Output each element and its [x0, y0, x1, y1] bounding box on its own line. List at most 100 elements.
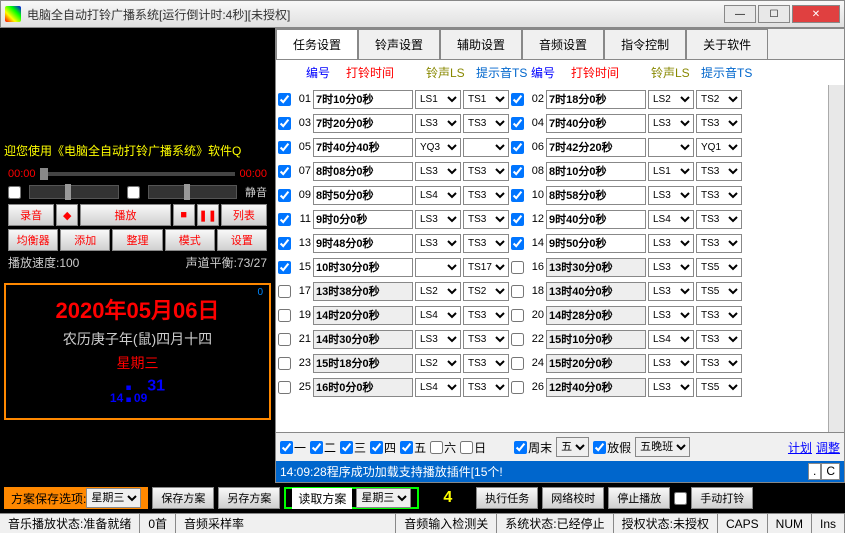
task-time[interactable]: 7时42分20秒 [546, 138, 646, 157]
list-button[interactable]: 列表 [221, 204, 267, 226]
task-time[interactable]: 15时10分0秒 [546, 330, 646, 349]
eq-button[interactable]: 均衡器 [8, 229, 58, 251]
day-4[interactable] [370, 441, 383, 454]
status-dot[interactable]: . [808, 463, 821, 480]
manual-ring-button[interactable]: 手动打铃 [691, 487, 753, 509]
task-check[interactable] [511, 237, 524, 250]
task-time[interactable]: 16时0分0秒 [313, 378, 413, 397]
maximize-button[interactable]: ☐ [758, 5, 790, 23]
adjust-link[interactable]: 调整 [816, 439, 840, 456]
task-check[interactable] [278, 357, 291, 370]
play-button[interactable]: 播放 [80, 204, 171, 226]
tab-3[interactable]: 音频设置 [522, 29, 604, 59]
task-time[interactable]: 8时10分0秒 [546, 162, 646, 181]
task-check[interactable] [511, 93, 524, 106]
pause-icon-button[interactable]: ❚❚ [197, 204, 219, 226]
task-check[interactable] [278, 93, 291, 106]
tab-5[interactable]: 关于软件 [686, 29, 768, 59]
ls-select[interactable]: LS3 [648, 114, 694, 133]
ls-select[interactable]: LS3 [415, 114, 461, 133]
ts-select[interactable]: TS3 [463, 354, 509, 373]
ts-select[interactable]: TS3 [696, 162, 742, 181]
task-check[interactable] [511, 309, 524, 322]
ts-select[interactable] [463, 138, 509, 157]
task-check[interactable] [511, 333, 524, 346]
ls-select[interactable]: LS3 [415, 210, 461, 229]
ls-select[interactable] [415, 258, 461, 277]
exec-button[interactable]: 执行任务 [476, 487, 538, 509]
task-check[interactable] [278, 117, 291, 130]
ts-select[interactable]: TS3 [463, 210, 509, 229]
save-plan-button[interactable]: 保存方案 [152, 487, 214, 509]
task-time[interactable]: 9时48分0秒 [313, 234, 413, 253]
task-check[interactable] [278, 213, 291, 226]
task-time[interactable]: 7时20分0秒 [313, 114, 413, 133]
ls-select[interactable]: LS2 [415, 282, 461, 301]
task-time[interactable]: 7时18分0秒 [546, 90, 646, 109]
ts-select[interactable]: TS3 [463, 114, 509, 133]
ts-select[interactable]: TS3 [463, 378, 509, 397]
day-1[interactable] [280, 441, 293, 454]
status-clear[interactable]: C [821, 463, 840, 480]
minimize-button[interactable]: — [724, 5, 756, 23]
shift-select[interactable]: 五晚班 [635, 437, 690, 457]
ls-select[interactable]: LS2 [648, 90, 694, 109]
task-time[interactable]: 14时28分0秒 [546, 306, 646, 325]
task-time[interactable]: 13时40分0秒 [546, 282, 646, 301]
task-check[interactable] [278, 165, 291, 178]
task-time[interactable]: 9时50分0秒 [546, 234, 646, 253]
ts-select[interactable]: TS3 [696, 330, 742, 349]
ts-select[interactable]: TS5 [696, 378, 742, 397]
task-time[interactable]: 8时58分0秒 [546, 186, 646, 205]
weekend-select[interactable]: 五 [556, 437, 589, 457]
task-check[interactable] [511, 189, 524, 202]
task-check[interactable] [511, 285, 524, 298]
ls-select[interactable] [648, 138, 694, 157]
ts-select[interactable]: TS1 [463, 90, 509, 109]
task-check[interactable] [511, 117, 524, 130]
task-time[interactable]: 9时40分0秒 [546, 210, 646, 229]
task-time[interactable]: 9时0分0秒 [313, 210, 413, 229]
task-check[interactable] [278, 237, 291, 250]
stop-play-button[interactable]: 停止播放 [608, 487, 670, 509]
vol-left-slider[interactable] [29, 185, 119, 199]
close-button[interactable]: ✕ [792, 5, 840, 23]
ls-select[interactable]: LS4 [648, 330, 694, 349]
ls-select[interactable]: LS2 [415, 354, 461, 373]
day-3[interactable] [340, 441, 353, 454]
ts-select[interactable]: TS3 [696, 114, 742, 133]
ls-select[interactable]: LS4 [648, 210, 694, 229]
seek-slider[interactable] [40, 172, 236, 176]
ls-select[interactable]: LS3 [648, 186, 694, 205]
ts-select[interactable]: TS3 [463, 234, 509, 253]
ls-select[interactable]: LS3 [648, 258, 694, 277]
save-select[interactable]: 星期三 [86, 488, 141, 508]
ls-select[interactable]: LS3 [415, 330, 461, 349]
task-time[interactable]: 13时38分0秒 [313, 282, 413, 301]
ts-select[interactable]: TS17 [463, 258, 509, 277]
task-check[interactable] [511, 213, 524, 226]
ls-select[interactable]: LS3 [415, 162, 461, 181]
ts-select[interactable]: TS5 [696, 258, 742, 277]
ts-select[interactable]: YQ1 [696, 138, 742, 157]
weekend-check[interactable] [514, 441, 527, 454]
read-plan-button[interactable]: 读取方案 [292, 488, 352, 509]
holiday-check[interactable] [593, 441, 606, 454]
task-time[interactable]: 10时30分0秒 [313, 258, 413, 277]
tab-4[interactable]: 指令控制 [604, 29, 686, 59]
scrollbar[interactable] [828, 85, 844, 432]
ts-select[interactable]: TS3 [696, 186, 742, 205]
task-check[interactable] [278, 261, 291, 274]
add-button[interactable]: 添加 [60, 229, 110, 251]
task-time[interactable]: 12时40分0秒 [546, 378, 646, 397]
right-check[interactable] [127, 186, 140, 199]
ls-select[interactable]: LS3 [648, 306, 694, 325]
task-check[interactable] [278, 381, 291, 394]
task-time[interactable]: 8时50分0秒 [313, 186, 413, 205]
task-check[interactable] [278, 309, 291, 322]
sync-button[interactable]: 网络校时 [542, 487, 604, 509]
task-time[interactable]: 14时20分0秒 [313, 306, 413, 325]
rec-icon-button[interactable]: ◆ [56, 204, 78, 226]
task-check[interactable] [278, 333, 291, 346]
settings-button[interactable]: 设置 [217, 229, 267, 251]
